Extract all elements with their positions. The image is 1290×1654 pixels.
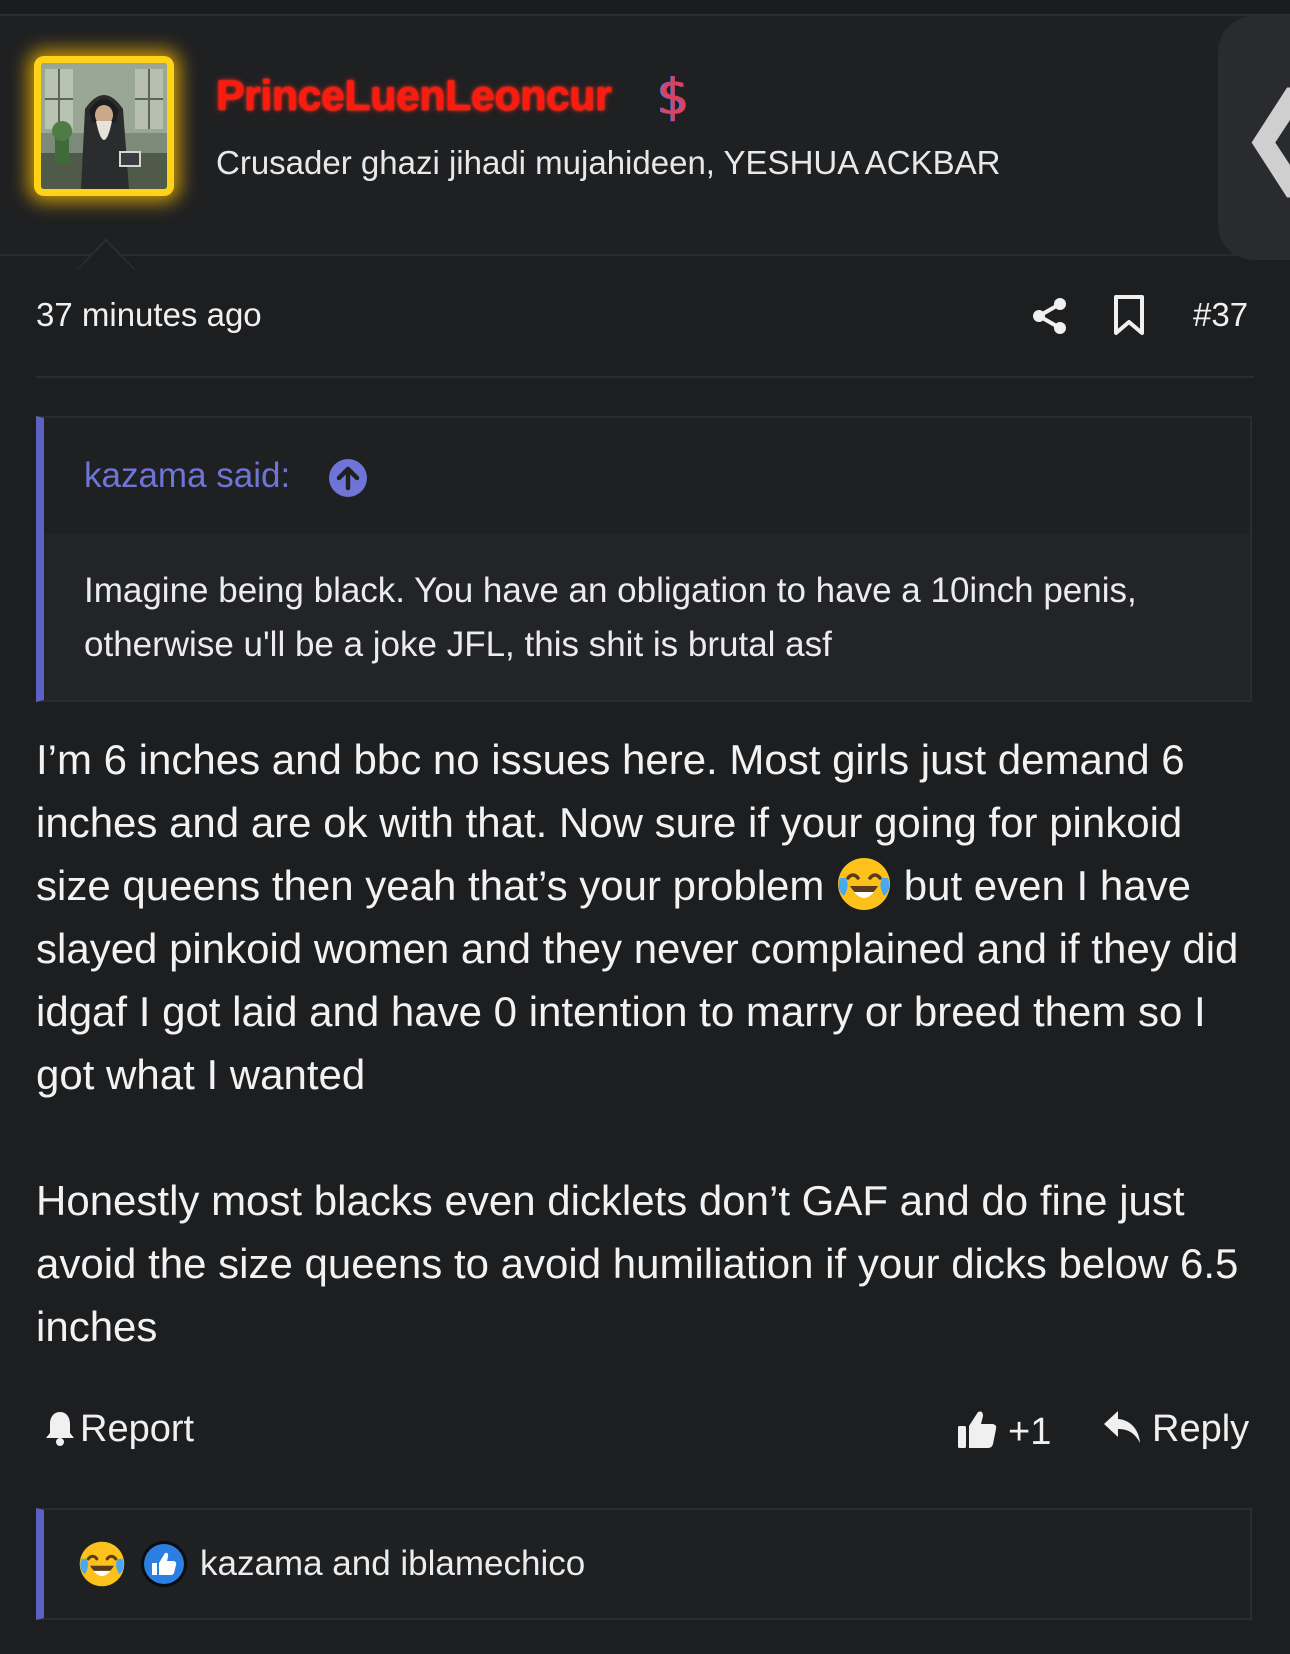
- quote-text: Imagine being black. You have an obligat…: [84, 571, 1137, 664]
- username-link[interactable]: PrinceLuenLeoncur: [216, 72, 612, 121]
- avatar[interactable]: [34, 56, 174, 196]
- reactions-bar[interactable]: kazama and iblamechico: [36, 1508, 1252, 1620]
- meta-divider: [36, 376, 1254, 378]
- quote-header: kazama said:: [44, 418, 1250, 534]
- quote-block: kazama said: Imagine being black. You ha…: [36, 416, 1252, 702]
- report-label: Report: [80, 1408, 195, 1450]
- like-reaction-icon: [141, 1541, 187, 1587]
- post-paragraph: Honestly most blacks even dicklets don’t…: [36, 1177, 1239, 1350]
- arrow-up-circle-icon[interactable]: [328, 458, 368, 498]
- post-paragraph: I’m 6 inches and bbc no issues here. Mos…: [36, 728, 1266, 1106]
- report-button[interactable]: Report: [44, 1408, 194, 1451]
- quote-body: Imagine being black. You have an obligat…: [44, 534, 1250, 700]
- like-count: +1: [1008, 1411, 1052, 1453]
- post-timestamp[interactable]: 37 minutes ago: [36, 296, 262, 334]
- post-page: PrinceLuenLeoncur $ Crusader ghazi jihad…: [0, 0, 1290, 1654]
- quote-author-link[interactable]: kazama said:: [84, 456, 290, 496]
- user-title: Crusader ghazi jihadi mujahideen, YESHUA…: [216, 144, 1001, 181]
- thumbs-up-icon: [958, 1411, 997, 1448]
- post-number-link[interactable]: #37: [1193, 296, 1248, 334]
- share-icon[interactable]: [1030, 296, 1070, 336]
- joy-emoji-icon: [79, 1541, 125, 1587]
- dollar-badge-icon: $: [658, 68, 690, 126]
- avatar-image: [41, 63, 167, 189]
- joy-emoji-icon: [838, 858, 891, 910]
- like-button[interactable]: +1: [956, 1408, 1051, 1454]
- reply-arrow-icon: [1104, 1411, 1140, 1443]
- post-header: PrinceLuenLeoncur $ Crusader ghazi jihad…: [0, 16, 1290, 270]
- post-body: I’m 6 inches and bbc no issues here. Mos…: [36, 728, 1266, 1358]
- bookmark-icon[interactable]: [1112, 294, 1146, 336]
- reply-button[interactable]: Reply: [1102, 1408, 1249, 1451]
- chevron-left-icon[interactable]: ❮: [1236, 78, 1290, 188]
- reaction-users-link[interactable]: kazama and iblamechico: [200, 1544, 585, 1584]
- top-divider: [0, 0, 1290, 16]
- bell-icon: [46, 1412, 74, 1446]
- reply-label: Reply: [1152, 1408, 1250, 1450]
